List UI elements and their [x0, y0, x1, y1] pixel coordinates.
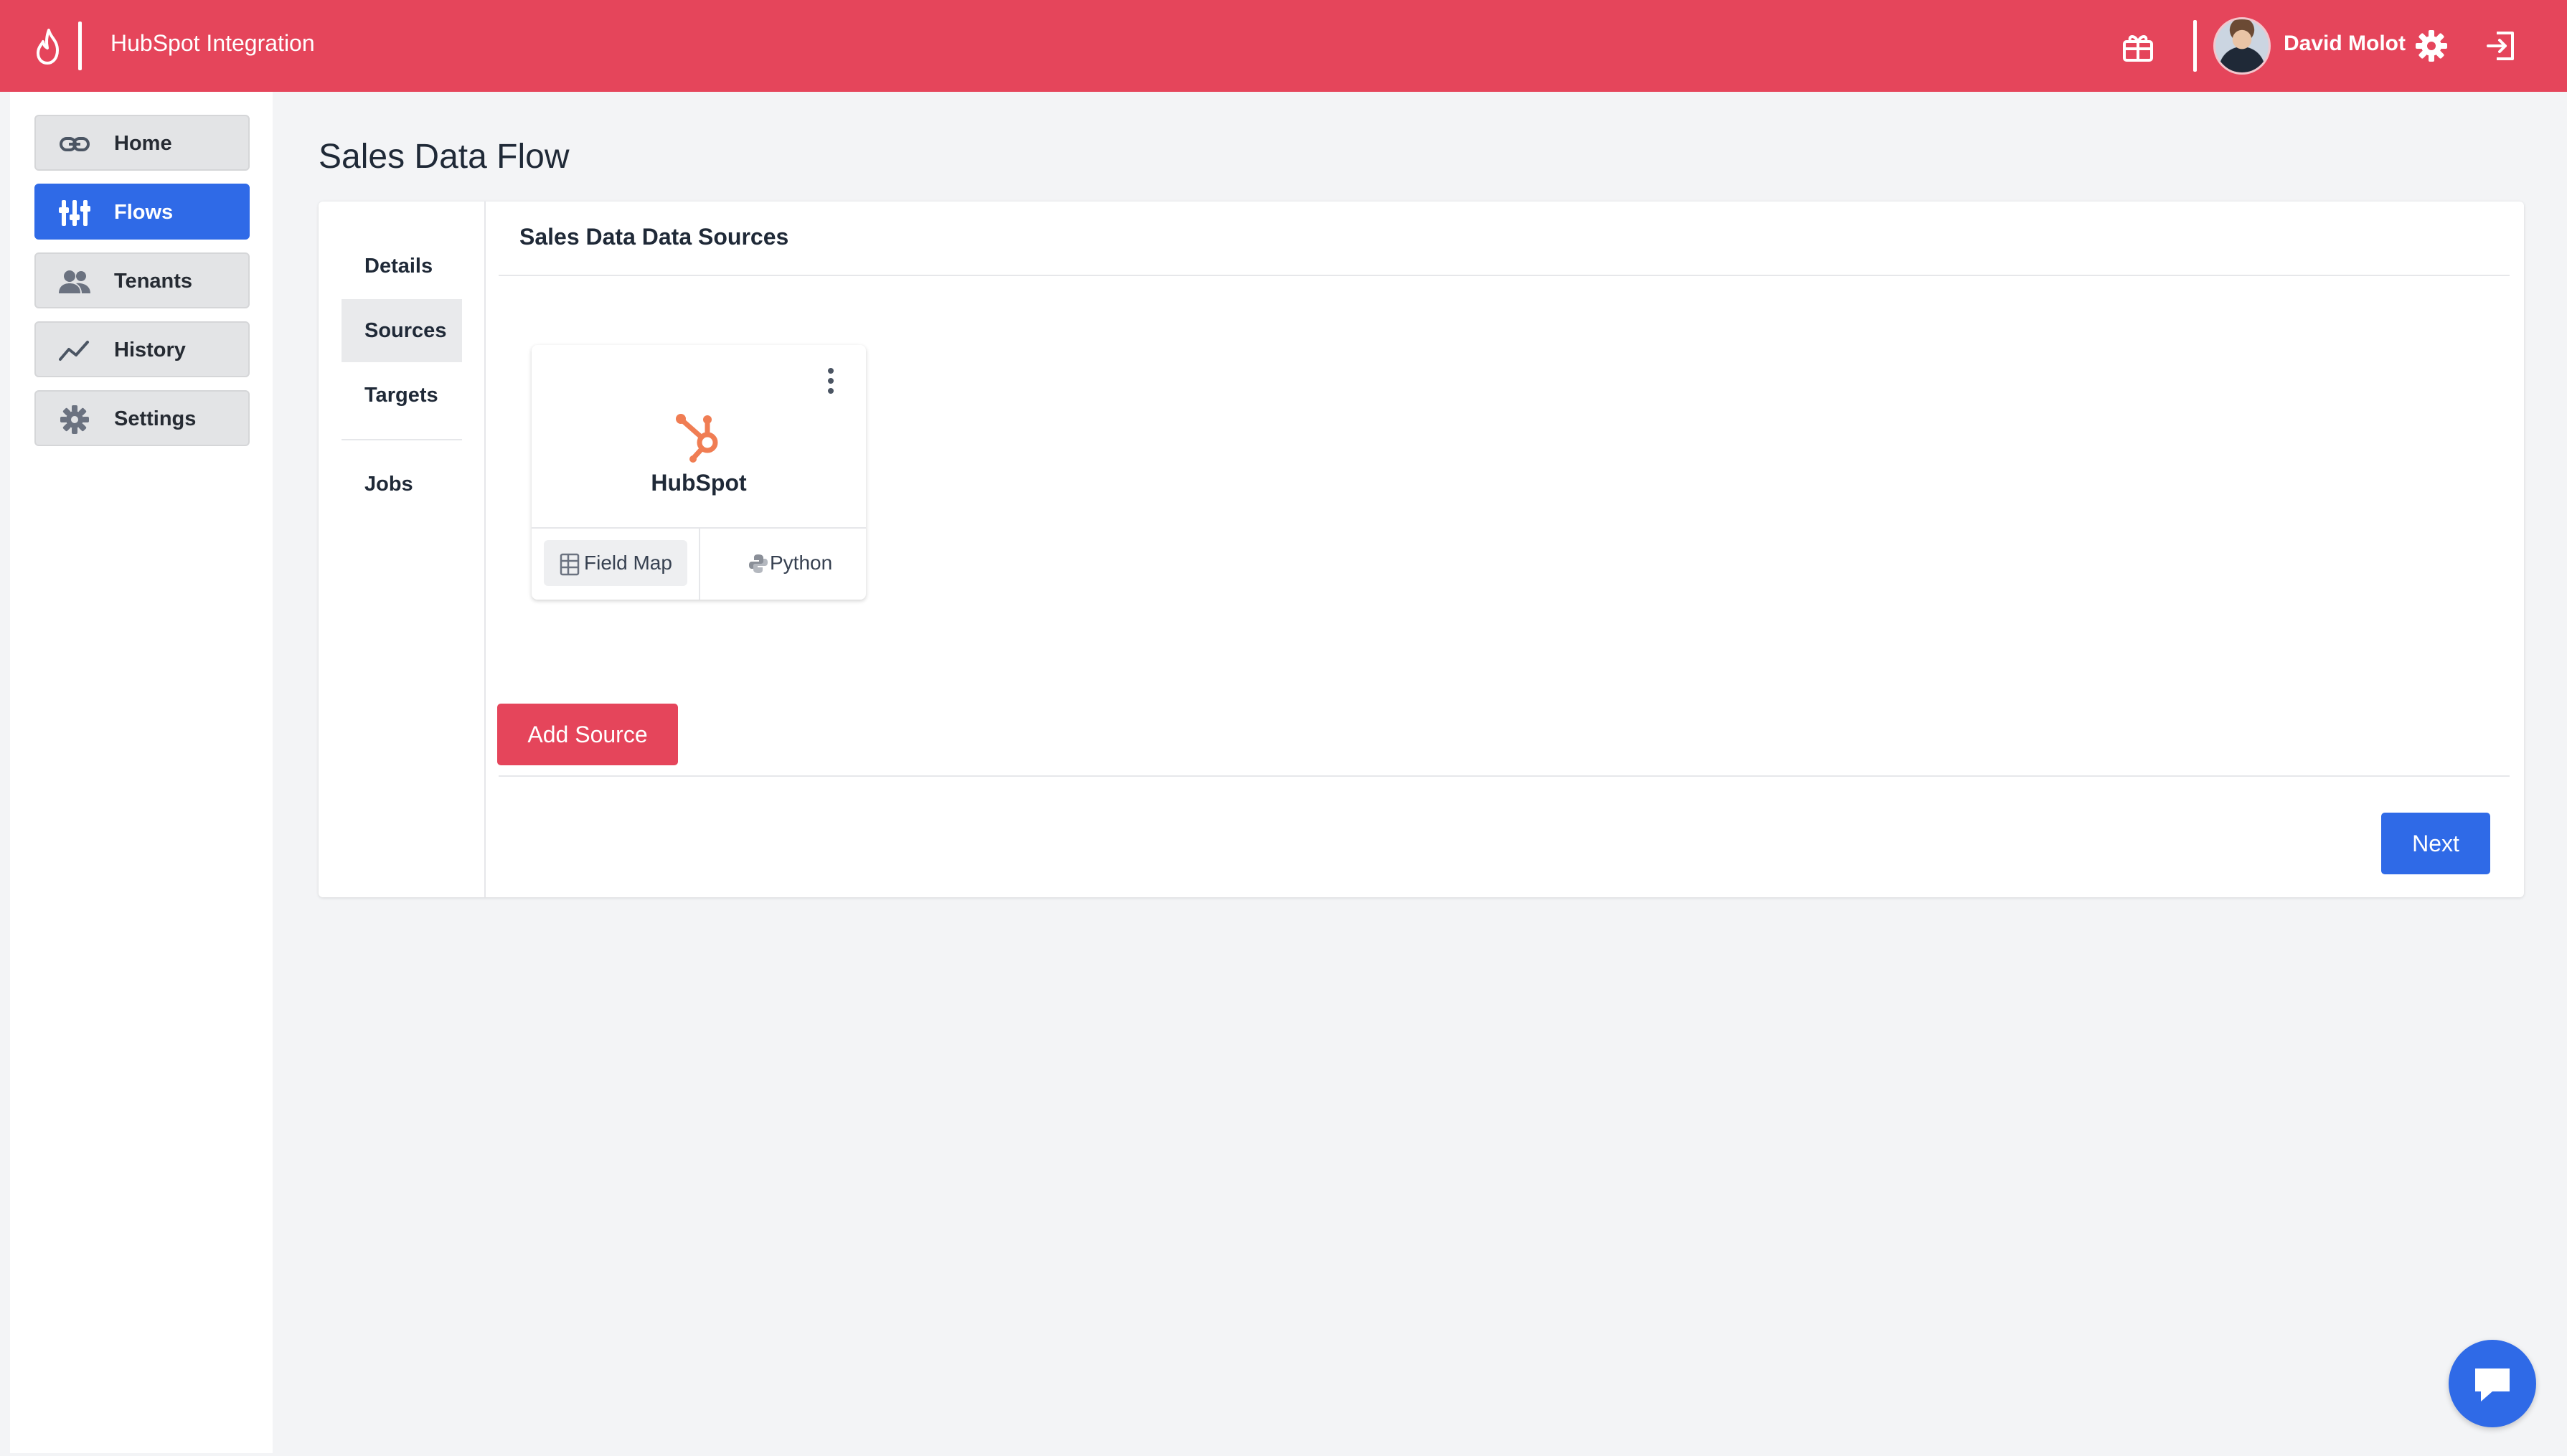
field-map-button[interactable]: Field Map [544, 540, 687, 586]
sidebar-item-home[interactable]: Home [34, 115, 250, 171]
gift-icon[interactable] [2120, 29, 2156, 65]
tab-targets[interactable]: Targets [342, 364, 462, 427]
add-source-button[interactable]: Add Source [497, 704, 678, 765]
sidebar-item-flows[interactable]: Flows [34, 184, 250, 240]
link-icon [60, 137, 90, 151]
gear-icon[interactable] [2415, 29, 2448, 62]
gear-icon [60, 405, 89, 434]
tab-jobs[interactable]: Jobs [342, 453, 462, 516]
hubspot-logo-icon [676, 414, 718, 463]
logo-divider [78, 22, 82, 70]
python-label: Python [770, 552, 833, 574]
sidebar: Home Flows Tenants History Settings [10, 92, 273, 1453]
chat-icon [2475, 1368, 2510, 1401]
table-icon [560, 553, 580, 576]
flow-card: Details Sources Targets Jobs Sales Data … [319, 202, 2524, 897]
python-icon [749, 554, 768, 573]
app-title: HubSpot Integration [110, 30, 315, 56]
python-button[interactable]: Python [711, 540, 854, 586]
page-title: Sales Data Flow [319, 138, 570, 176]
sidebar-item-history[interactable]: History [34, 321, 250, 377]
field-map-label: Field Map [584, 552, 672, 574]
section-divider [499, 275, 2510, 276]
sidebar-item-label: History [114, 339, 186, 361]
flows-icon [59, 200, 90, 226]
chat-launcher-button[interactable] [2449, 1340, 2536, 1427]
tabs-divider [484, 202, 486, 897]
tabs-separator [342, 439, 462, 440]
users-icon [59, 270, 90, 293]
tab-sources[interactable]: Sources [342, 299, 462, 362]
sidebar-item-tenants[interactable]: Tenants [34, 252, 250, 308]
sidebar-item-settings[interactable]: Settings [34, 390, 250, 446]
source-card-split [699, 529, 700, 600]
top-bar: HubSpot Integration David Molot [0, 0, 2567, 92]
sidebar-item-label: Tenants [114, 270, 193, 293]
footer-divider [499, 775, 2510, 777]
header-divider [2193, 20, 2197, 72]
source-card-hubspot[interactable]: HubSpot Field Map Python [532, 345, 866, 600]
sidebar-item-label: Flows [114, 201, 174, 224]
next-button[interactable]: Next [2381, 813, 2490, 874]
sidebar-item-label: Home [114, 132, 172, 155]
app-frame: HubSpot Integration David Molot Home Flo… [0, 0, 2567, 1456]
source-name: HubSpot [651, 470, 747, 496]
section-title: Sales Data Data Sources [519, 224, 789, 250]
tab-details[interactable]: Details [342, 235, 462, 298]
chart-line-icon [59, 341, 89, 361]
more-vertical-icon[interactable] [820, 365, 842, 397]
flame-logo-icon[interactable] [32, 27, 66, 66]
avatar[interactable] [2213, 17, 2271, 75]
user-name[interactable]: David Molot [2284, 32, 2406, 56]
sidebar-item-label: Settings [114, 407, 197, 430]
logout-icon[interactable] [2484, 29, 2518, 63]
